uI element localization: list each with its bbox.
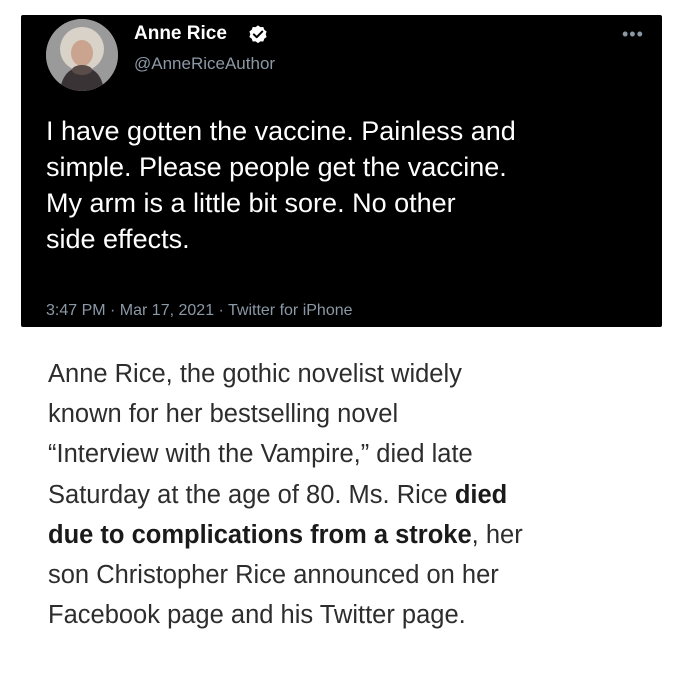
tweet-timestamp[interactable]: 3:47 PM · Mar 17, 2021 · Twitter for iPh…	[46, 302, 353, 320]
article-line: “Interview with the Vampire,” died late	[48, 440, 473, 469]
article-line: due to complications from a stroke, her	[48, 515, 648, 555]
tweet-text-line: simple. Please people get the vaccine.	[46, 152, 507, 182]
article-text-bold: due to complications from a stroke	[48, 520, 472, 549]
article-line: Saturday at the age of 80. Ms. Rice died	[48, 475, 648, 515]
article-line: known for her bestselling novel	[48, 400, 399, 429]
author-handle[interactable]: @AnneRiceAuthor	[134, 54, 275, 74]
author-name[interactable]: Anne Rice	[134, 23, 227, 45]
tweet-text: I have gotten the vaccine. Painless and …	[46, 113, 646, 257]
article-text-normal: Saturday at the age of 80. Ms. Rice	[48, 480, 455, 509]
avatar[interactable]	[46, 19, 118, 91]
article-paragraph: Anne Rice, the gothic novelist widely kn…	[48, 354, 648, 635]
article-text-normal: , her	[471, 520, 523, 549]
tweet-card: Anne Rice @AnneRiceAuthor ••• I have got…	[21, 15, 662, 327]
article-text-bold: died	[454, 480, 508, 509]
tweet-text-line: side effects.	[46, 224, 190, 254]
avatar-image	[46, 19, 118, 91]
more-horizontal-icon[interactable]: •••	[622, 25, 646, 43]
verified-badge-icon	[247, 24, 269, 46]
article-line: Facebook page and his Twitter page.	[48, 601, 466, 630]
tweet-text-line: I have gotten the vaccine. Painless and	[46, 116, 516, 146]
article-line: Anne Rice, the gothic novelist widely	[48, 360, 462, 388]
article-line: son Christopher Rice announced on her	[48, 561, 499, 590]
tweet-text-line: My arm is a little bit sore. No other	[46, 188, 456, 218]
